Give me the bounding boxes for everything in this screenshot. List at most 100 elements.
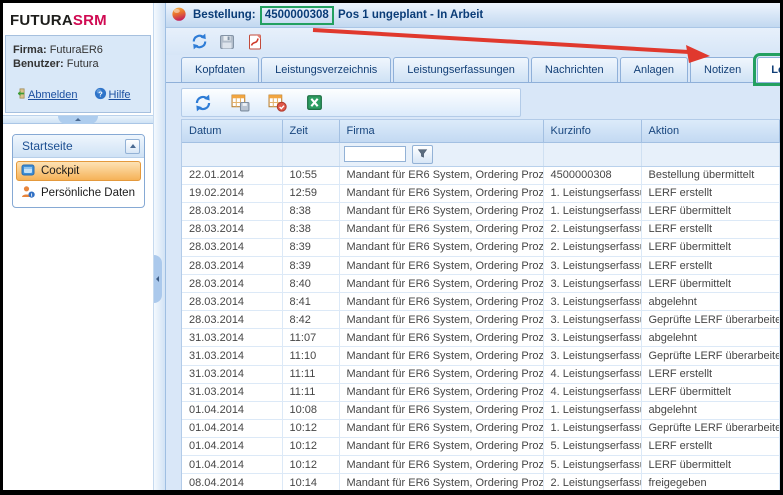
- cell-kurzinfo: 3. Leistungserfassung: [543, 311, 641, 329]
- panel-collapse-button[interactable]: [125, 139, 140, 154]
- cell-firma: Mandant für ER6 System, Ordering Prozess: [339, 184, 543, 202]
- cell-zeit: 11:11: [282, 383, 339, 401]
- cell-firma: Mandant für ER6 System, Ordering Prozess: [339, 293, 543, 311]
- cell-kurzinfo: 1. Leistungserfassung: [543, 184, 641, 202]
- cockpit-icon: [21, 163, 35, 180]
- export-pdf-button[interactable]: [267, 93, 287, 113]
- firma-filter-input[interactable]: [344, 146, 406, 162]
- tab-anlagen[interactable]: Anlagen: [620, 57, 688, 82]
- excel-export-button[interactable]: [304, 93, 324, 113]
- column-header-datum[interactable]: Datum: [182, 120, 282, 142]
- tab-kopfdaten[interactable]: Kopfdaten: [181, 57, 259, 82]
- pdf-button[interactable]: [245, 32, 265, 52]
- table-toolbar: [181, 88, 521, 117]
- cell-kurzinfo: 5. Leistungserfassung: [543, 456, 641, 474]
- refresh-button[interactable]: [189, 32, 209, 52]
- cell-datum: 01.04.2014: [182, 456, 282, 474]
- filter-cell-firma: [339, 142, 543, 166]
- table-row: 28.03.20148:39Mandant für ER6 System, Or…: [182, 256, 780, 274]
- cell-zeit: 8:42: [282, 311, 339, 329]
- cell-datum: 31.03.2014: [182, 365, 282, 383]
- splitter-collapse-handle[interactable]: [58, 116, 98, 124]
- cell-aktion: abgelehnt: [641, 401, 780, 419]
- cell-datum: 28.03.2014: [182, 311, 282, 329]
- column-header-aktion[interactable]: Aktion: [641, 120, 780, 142]
- horizontal-splitter: [3, 115, 153, 124]
- export-save-button[interactable]: [230, 93, 250, 113]
- tab-bar: Kopfdaten Leistungsverzeichnis Leistungs…: [166, 55, 780, 83]
- logout-label: Abmelden: [28, 89, 78, 101]
- cell-zeit: 10:55: [282, 166, 339, 184]
- cell-kurzinfo: 2. Leistungserfassung: [543, 220, 641, 238]
- table-header-row: Datum Zeit Firma Kurzinfo Aktion: [182, 120, 780, 142]
- cell-aktion: abgelehnt: [641, 329, 780, 347]
- cell-kurzinfo: 3. Leistungserfassung: [543, 293, 641, 311]
- sidebar: FUTURASRM Firma: FuturaER6 Benutzer: Fut…: [3, 3, 153, 490]
- cell-firma: Mandant für ER6 System, Ordering Prozess: [339, 275, 543, 293]
- cell-zeit: 11:10: [282, 347, 339, 365]
- table-row: 31.03.201411:11Mandant für ER6 System, O…: [182, 365, 780, 383]
- cell-firma: Mandant für ER6 System, Ordering Prozess: [339, 166, 543, 184]
- save-button[interactable]: [217, 32, 237, 52]
- app-logo: FUTURASRM: [3, 3, 153, 34]
- benutzer-line: Benutzer: Futura: [13, 57, 144, 71]
- log-tab-content: Datum Zeit Firma Kurzinfo Aktion: [166, 83, 780, 490]
- table-row: 01.04.201410:12Mandant für ER6 System, O…: [182, 456, 780, 474]
- column-header-zeit[interactable]: Zeit: [282, 120, 339, 142]
- cell-firma: Mandant für ER6 System, Ordering Prozess: [339, 474, 543, 490]
- benutzer-label: Benutzer:: [13, 58, 64, 70]
- cell-zeit: 8:38: [282, 220, 339, 238]
- cell-aktion: LERF erstellt: [641, 220, 780, 238]
- page-title: Bestellung: 4500000308 Pos 1 ungeplant -…: [193, 6, 483, 25]
- tab-notizen[interactable]: Notizen: [690, 57, 755, 82]
- cell-aktion: LERF übermittelt: [641, 456, 780, 474]
- tab-leistungsverzeichnis[interactable]: Leistungsverzeichnis: [261, 57, 391, 82]
- sidebar-item-cockpit[interactable]: Cockpit: [16, 161, 141, 181]
- help-link[interactable]: ? Hilfe: [94, 87, 131, 103]
- tab-leistungserfassungen[interactable]: Leistungserfassungen: [393, 57, 529, 82]
- cell-aktion: LERF erstellt: [641, 365, 780, 383]
- log-table: Datum Zeit Firma Kurzinfo Aktion: [181, 119, 780, 490]
- startseite-panel: Startseite Cockpit i Persönliche Daten: [12, 134, 145, 208]
- svg-text:?: ?: [98, 89, 103, 98]
- cell-aktion: LERF erstellt: [641, 437, 780, 455]
- benutzer-value: Futura: [67, 58, 99, 70]
- cell-aktion: Bestellung übermittelt: [641, 166, 780, 184]
- column-header-firma[interactable]: Firma: [339, 120, 543, 142]
- cell-datum: 31.03.2014: [182, 383, 282, 401]
- cell-kurzinfo: 4500000308: [543, 166, 641, 184]
- cell-datum: 08.04.2014: [182, 474, 282, 490]
- cell-aktion: LERF erstellt: [641, 256, 780, 274]
- tab-nachrichten[interactable]: Nachrichten: [531, 57, 618, 82]
- annotation-box-po-number: 4500000308: [260, 6, 334, 25]
- filter-button[interactable]: [412, 145, 433, 164]
- cell-zeit: 11:07: [282, 329, 339, 347]
- cell-datum: 28.03.2014: [182, 202, 282, 220]
- logo-brand-accent: SRM: [73, 12, 107, 29]
- table-row: 31.03.201411:10Mandant für ER6 System, O…: [182, 347, 780, 365]
- sidebar-item-persoenliche-daten[interactable]: i Persönliche Daten: [16, 183, 141, 203]
- logout-link[interactable]: Abmelden: [13, 87, 78, 103]
- tab-log[interactable]: Log: [757, 57, 783, 82]
- cell-firma: Mandant für ER6 System, Ordering Prozess: [339, 419, 543, 437]
- cell-firma: Mandant für ER6 System, Ordering Prozess: [339, 220, 543, 238]
- cell-datum: 28.03.2014: [182, 275, 282, 293]
- help-icon: ?: [94, 87, 107, 103]
- title-suffix: Pos 1 ungeplant - In Arbeit: [338, 9, 483, 21]
- column-header-kurzinfo[interactable]: Kurzinfo: [543, 120, 641, 142]
- cell-kurzinfo: 4. Leistungserfassung: [543, 365, 641, 383]
- cell-kurzinfo: 3. Leistungserfassung: [543, 275, 641, 293]
- main-area: Bestellung: 4500000308 Pos 1 ungeplant -…: [166, 3, 780, 490]
- table-refresh-button[interactable]: [193, 93, 213, 113]
- cell-kurzinfo: 3. Leistungserfassung: [543, 329, 641, 347]
- cell-firma: Mandant für ER6 System, Ordering Prozess: [339, 347, 543, 365]
- table-row: 01.04.201410:12Mandant für ER6 System, O…: [182, 419, 780, 437]
- table-row: 28.03.20148:42Mandant für ER6 System, Or…: [182, 311, 780, 329]
- splitter-collapse-handle-left[interactable]: [154, 255, 162, 303]
- title-prefix: Bestellung:: [193, 9, 256, 21]
- tab-label: Leistungsverzeichnis: [275, 64, 377, 76]
- table-row: 31.03.201411:07Mandant für ER6 System, O…: [182, 329, 780, 347]
- cell-aktion: LERF erstellt: [641, 184, 780, 202]
- cell-zeit: 8:41: [282, 293, 339, 311]
- vertical-splitter[interactable]: [153, 3, 166, 490]
